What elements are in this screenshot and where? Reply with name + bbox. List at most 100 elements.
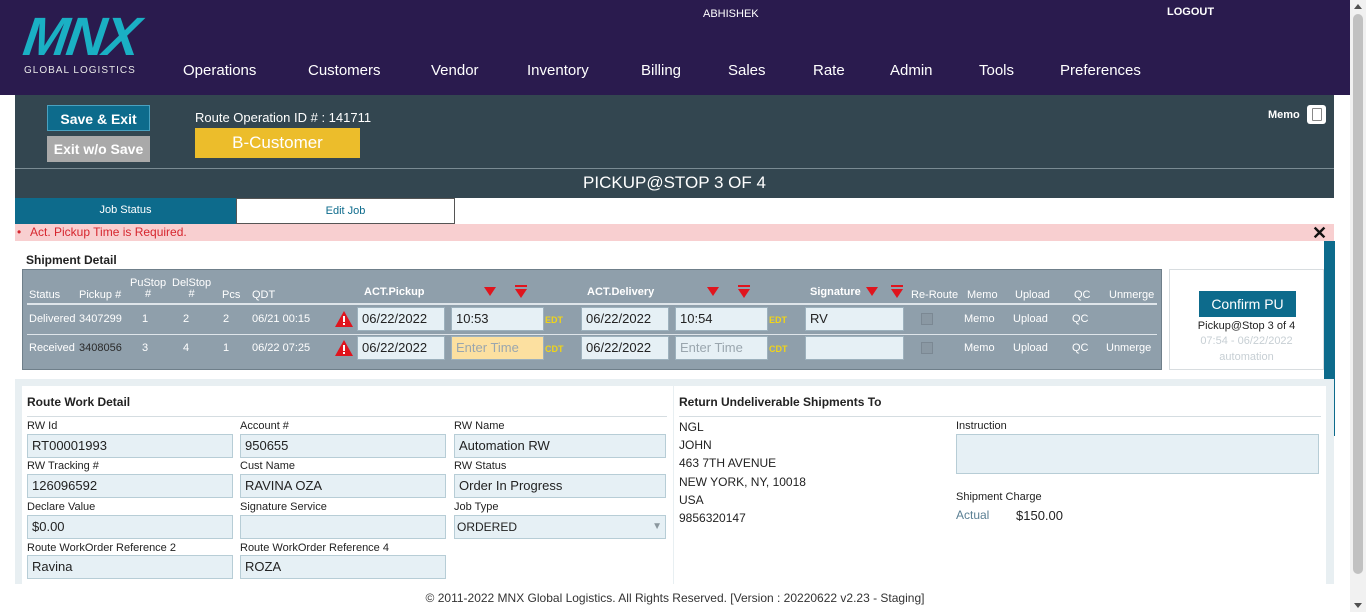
row1-pickup-time-input[interactable]: 10:53 [451, 307, 544, 331]
row1-qc-link[interactable]: QC [1072, 313, 1089, 325]
row1-pickup-date-input[interactable]: 06/22/2022 [357, 307, 445, 331]
account-field[interactable]: 950655 [240, 434, 446, 458]
address-line: USA [679, 493, 704, 507]
rw-tracking-label: RW Tracking # [27, 460, 99, 472]
row2-qc-link[interactable]: QC [1072, 342, 1089, 354]
row1-reroute-checkbox[interactable] [921, 313, 933, 325]
row1-delstop: 2 [183, 313, 190, 325]
scrollbar-thumb[interactable] [1353, 14, 1363, 574]
row2-upload-link[interactable]: Upload [1013, 342, 1048, 354]
row1-pickup[interactable]: 3407299 [79, 313, 122, 325]
instruction-label: Instruction [956, 420, 1007, 432]
row2-delstop: 4 [183, 342, 190, 354]
row1-delivery-time-input[interactable]: 10:54 [675, 307, 768, 331]
cust-name-label: Cust Name [240, 460, 296, 472]
nav-preferences[interactable]: Preferences [1060, 62, 1141, 79]
row2-delivery-date-input[interactable]: 06/22/2022 [581, 336, 669, 360]
row2-memo-link[interactable]: Memo [964, 342, 995, 354]
sort-bottom-icon[interactable] [738, 285, 750, 298]
nav-tools[interactable]: Tools [979, 62, 1014, 79]
row2-delivery-time-input[interactable]: Enter Time [675, 336, 768, 360]
footer: © 2011-2022 MNX Global Logistics. All Ri… [0, 584, 1350, 612]
shipment-detail-title: Shipment Detail [26, 253, 117, 267]
rw-status-field[interactable]: Order In Progress [454, 474, 666, 498]
confirm-stop-label: Pickup@Stop 3 of 4 [1197, 320, 1296, 332]
nav-rate[interactable]: Rate [813, 62, 845, 79]
username: ABHISHEK [703, 8, 759, 20]
shipment-charge-value: $150.00 [1016, 508, 1063, 523]
row2-pustop: 3 [142, 342, 149, 354]
route-work-detail: Route Work Detail RW Id RT00001993 Accou… [22, 386, 673, 586]
row2-status: Received [29, 342, 75, 354]
declare-value-field[interactable]: $0.00 [27, 515, 233, 539]
sort-bottom-icon[interactable] [515, 285, 527, 298]
col-qc: QC [1074, 289, 1091, 301]
row1-memo-link[interactable]: Memo [964, 313, 995, 325]
col-delstop-line2: # [188, 288, 195, 300]
rw-name-field[interactable]: Automation RW [454, 434, 666, 458]
exit-without-save-button[interactable]: Exit w/o Save [47, 136, 150, 162]
nav-admin[interactable]: Admin [890, 62, 933, 79]
close-icon[interactable]: ✕ [1312, 224, 1327, 242]
job-type-label: Job Type [454, 501, 499, 513]
route-work-title: Route Work Detail [27, 395, 131, 409]
col-delstop: DelStop # [172, 278, 211, 300]
rw-status-label: RW Status [454, 460, 507, 472]
col-status: Status [29, 289, 61, 301]
row1-signature-input[interactable]: RV [805, 307, 904, 331]
row2-pickup-tz: CDT [545, 344, 564, 354]
job-type-select[interactable]: ORDERED [454, 515, 666, 539]
tab-job-status[interactable]: Job Status [15, 198, 236, 224]
col-pickup: Pickup # [79, 289, 122, 301]
rw-name-label: RW Name [454, 420, 505, 432]
sort-down-icon[interactable] [484, 287, 496, 296]
instruction-field[interactable] [956, 434, 1319, 474]
ref2-field[interactable]: Ravina [27, 555, 233, 579]
nav-customers[interactable]: Customers [308, 62, 381, 79]
nav-sales[interactable]: Sales [728, 62, 766, 79]
address-line: NGL [679, 420, 704, 434]
row2-signature-input[interactable] [805, 336, 904, 360]
scroll-down-icon[interactable] [1354, 603, 1362, 608]
logout-link[interactable]: LOGOUT [1167, 6, 1214, 18]
col-reroute: Re-Route [911, 289, 959, 301]
row1-delivery-date-input[interactable]: 06/22/2022 [581, 307, 669, 331]
nav-vendor[interactable]: Vendor [431, 62, 479, 79]
ref4-field[interactable]: ROZA [240, 555, 446, 579]
sort-down-icon[interactable] [707, 287, 719, 296]
tab-edit-job[interactable]: Edit Job [236, 198, 455, 224]
row2-reroute-checkbox[interactable] [921, 342, 933, 354]
col-memo: Memo [967, 289, 998, 301]
sort-bottom-icon[interactable] [891, 285, 903, 298]
warning-icon [335, 311, 353, 327]
nav-inventory[interactable]: Inventory [527, 62, 589, 79]
job-tabs: Job Status Edit Job [15, 198, 455, 224]
row2-pickup[interactable]: 3408056 [79, 342, 122, 354]
address-line: NEW YORK, NY, 10018 [679, 475, 806, 489]
job-type-value: ORDERED [457, 520, 518, 534]
scroll-up-icon[interactable] [1354, 4, 1362, 9]
rw-tracking-field[interactable]: 126096592 [27, 474, 233, 498]
col-upload: Upload [1015, 289, 1050, 301]
row2-pickup-date-input[interactable]: 06/22/2022 [357, 336, 445, 360]
mnx-logo[interactable]: MNX GLOBAL LOGISTICS [20, 7, 164, 76]
nav-operations[interactable]: Operations [183, 62, 256, 79]
memo-note-icon[interactable] [1307, 105, 1326, 124]
customer-badge: B-Customer [195, 128, 360, 158]
row2-unmerge-link[interactable]: Unmerge [1106, 342, 1151, 354]
signature-service-field[interactable] [240, 515, 446, 539]
row1-upload-link[interactable]: Upload [1013, 313, 1048, 325]
stop-title: PICKUP@STOP 3 OF 4 [15, 168, 1334, 198]
cust-name-field[interactable]: RAVINA OZA [240, 474, 446, 498]
route-operation-id: Route Operation ID # : 141711 [195, 110, 372, 125]
confirm-pu-button[interactable]: Confirm PU [1199, 291, 1296, 317]
confirm-user: automation [1219, 351, 1274, 363]
rw-id-field[interactable]: RT00001993 [27, 434, 233, 458]
row-divider [27, 334, 1157, 335]
sort-down-icon[interactable] [866, 287, 878, 296]
nav-billing[interactable]: Billing [641, 62, 681, 79]
col-pustop: PuStop # [130, 278, 166, 300]
vertical-scrollbar[interactable] [1350, 0, 1366, 612]
save-exit-button[interactable]: Save & Exit [47, 105, 150, 131]
row2-pickup-time-input[interactable]: Enter Time [451, 336, 544, 360]
